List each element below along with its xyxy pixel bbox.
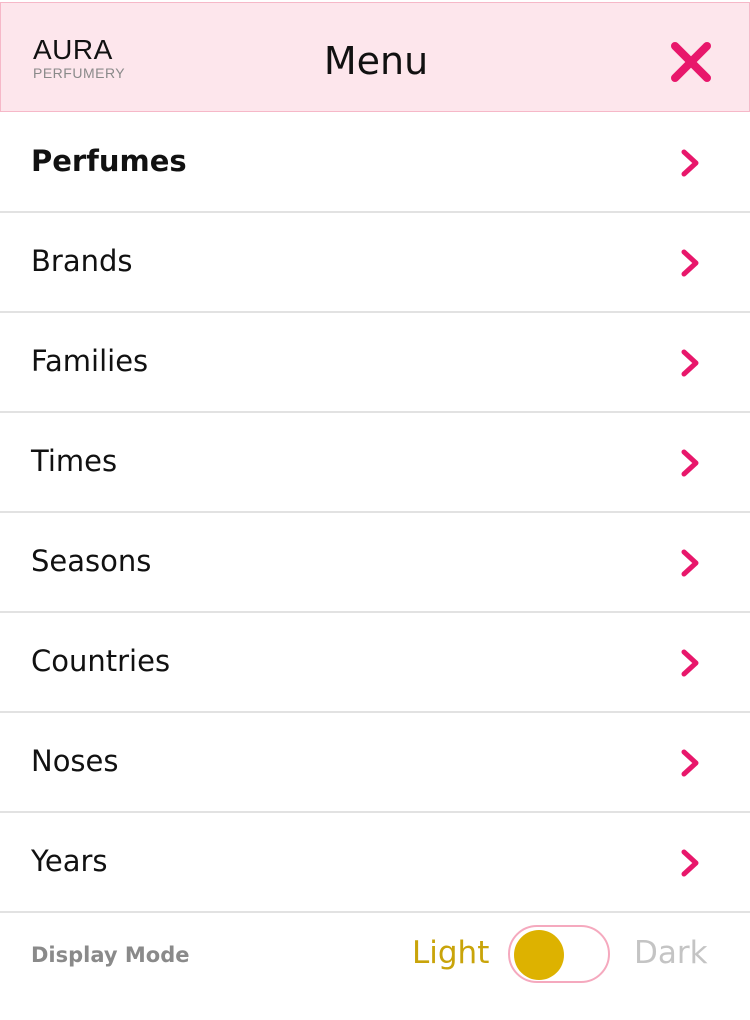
menu-item-label: Times <box>31 444 118 478</box>
light-mode-label[interactable]: Light <box>412 932 489 974</box>
close-button[interactable] <box>667 38 715 86</box>
menu-item-times[interactable]: Times <box>0 413 750 513</box>
menu-item-brands[interactable]: Brands <box>0 213 750 313</box>
menu-item-years[interactable]: Years <box>0 813 750 913</box>
display-mode-row: Display Mode Light Dark <box>0 908 750 1008</box>
display-mode-label: Display Mode <box>31 943 190 967</box>
chevron-right-icon <box>681 249 699 277</box>
close-icon <box>671 42 711 82</box>
menu-header: AURA PERFUMERY Menu <box>0 2 750 112</box>
menu-item-label: Years <box>31 844 108 878</box>
menu-item-label: Seasons <box>31 544 152 578</box>
menu-list: Perfumes Brands Families Times Seasons C… <box>0 113 750 913</box>
menu-item-perfumes[interactable]: Perfumes <box>0 113 750 213</box>
chevron-right-icon <box>681 149 699 177</box>
menu-item-label: Perfumes <box>31 144 187 178</box>
menu-item-label: Countries <box>31 644 171 678</box>
chevron-right-icon <box>681 849 699 877</box>
menu-item-seasons[interactable]: Seasons <box>0 513 750 613</box>
chevron-right-icon <box>681 649 699 677</box>
dark-mode-label[interactable]: Dark <box>634 932 708 974</box>
menu-item-label: Noses <box>31 744 119 778</box>
menu-item-noses[interactable]: Noses <box>0 713 750 813</box>
chevron-right-icon <box>681 349 699 377</box>
chevron-right-icon <box>681 749 699 777</box>
menu-item-families[interactable]: Families <box>0 313 750 413</box>
chevron-right-icon <box>681 449 699 477</box>
menu-item-countries[interactable]: Countries <box>0 613 750 713</box>
chevron-right-icon <box>681 549 699 577</box>
menu-item-label: Brands <box>31 244 133 278</box>
toggle-knob <box>514 930 564 980</box>
page-title: Menu <box>323 39 429 83</box>
menu-item-label: Families <box>31 344 149 378</box>
display-mode-toggle[interactable] <box>508 925 610 983</box>
